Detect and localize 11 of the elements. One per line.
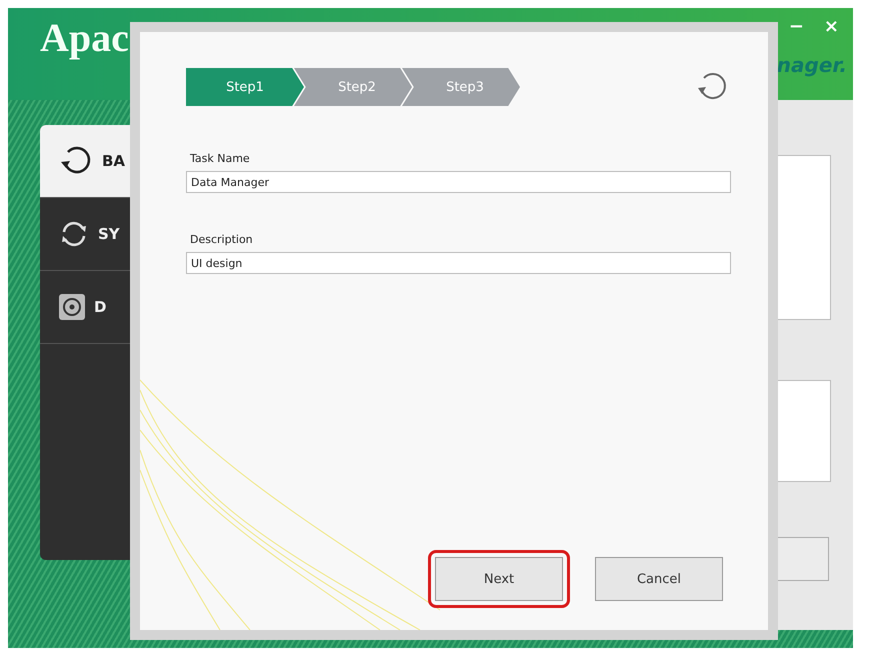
- cancel-button[interactable]: Cancel: [595, 557, 723, 601]
- app-logo-text: Apac: [40, 18, 129, 62]
- field-label: Task Name: [189, 152, 251, 165]
- next-button[interactable]: Next: [435, 557, 563, 601]
- step-tab[interactable]: Step1: [186, 68, 304, 106]
- input-field[interactable]: UI design: [186, 252, 731, 274]
- input-field[interactable]: Data Manager: [186, 171, 731, 193]
- sidebar-item-label: BA: [102, 152, 126, 170]
- field-label: Description: [189, 233, 254, 246]
- sidebar-item-label: SY: [98, 225, 120, 243]
- sidebar-item-label: D: [94, 298, 106, 316]
